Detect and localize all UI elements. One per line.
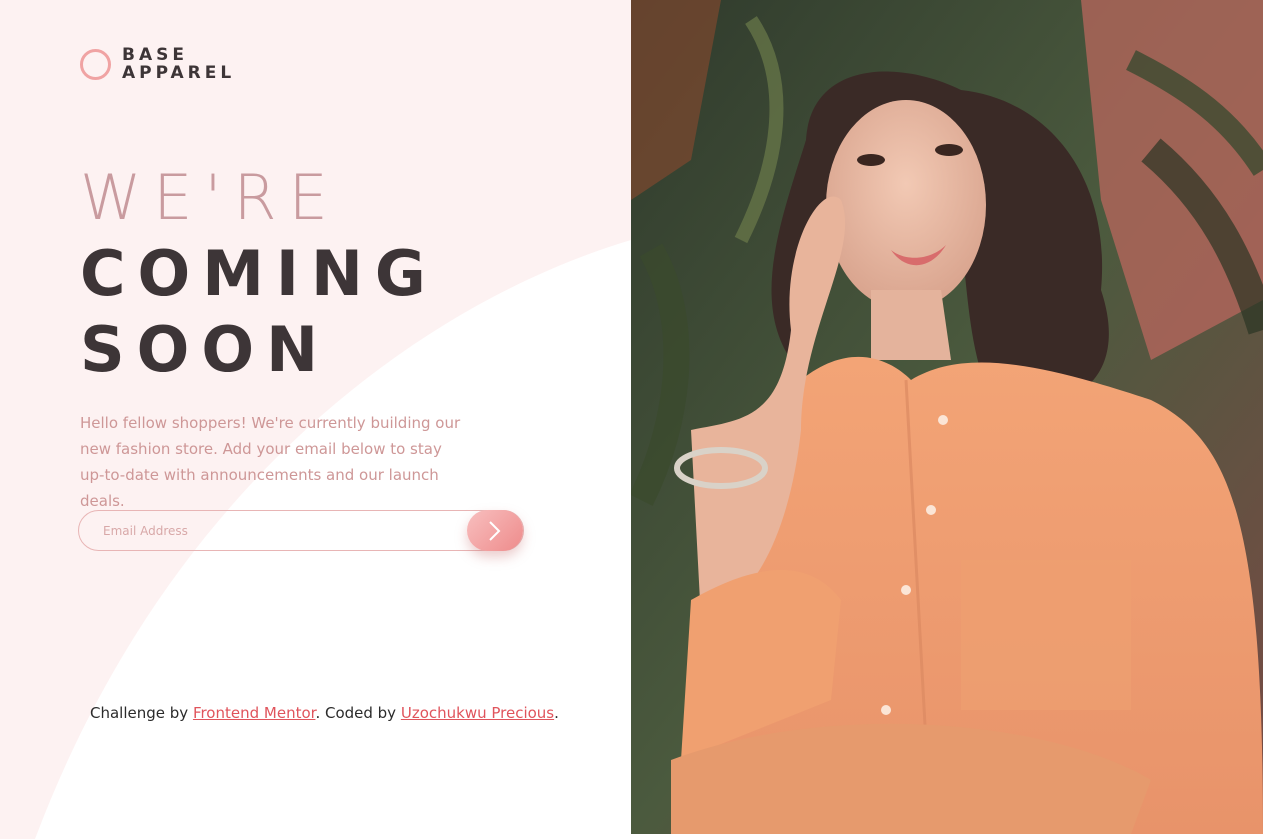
hero-image [631,0,1263,834]
headline-bold-line-2: SOON [80,313,330,386]
attribution-coded-prefix: . Coded by [315,704,401,722]
hero-photo [631,0,1263,834]
logo-line-1: BASE [122,45,188,65]
logo-text: BASE APPAREL [122,46,235,82]
frontend-mentor-link[interactable]: Frontend Mentor [193,704,316,722]
headline: WE'RE COMING SOON [80,160,438,388]
headline-light: WE'RE [80,161,340,234]
chevron-right-icon [489,520,501,541]
email-form [78,510,524,551]
content-panel: BASE APPAREL WE'RE COMING SOON Hello fel… [0,0,631,839]
attribution-suffix: . [554,704,559,722]
logo-circle-icon [80,48,111,80]
attribution: Challenge by Frontend Mentor. Coded by U… [90,704,559,722]
attribution-challenge-prefix: Challenge by [90,704,193,722]
email-input[interactable] [79,511,459,550]
submit-button[interactable] [467,510,523,551]
logo[interactable]: BASE APPAREL [80,46,235,82]
author-link[interactable]: Uzochukwu Precious [401,704,554,722]
headline-bold-line-1: COMING [80,237,438,310]
logo-line-2: APPAREL [122,63,236,83]
description: Hello fellow shoppers! We're currently b… [80,414,461,510]
